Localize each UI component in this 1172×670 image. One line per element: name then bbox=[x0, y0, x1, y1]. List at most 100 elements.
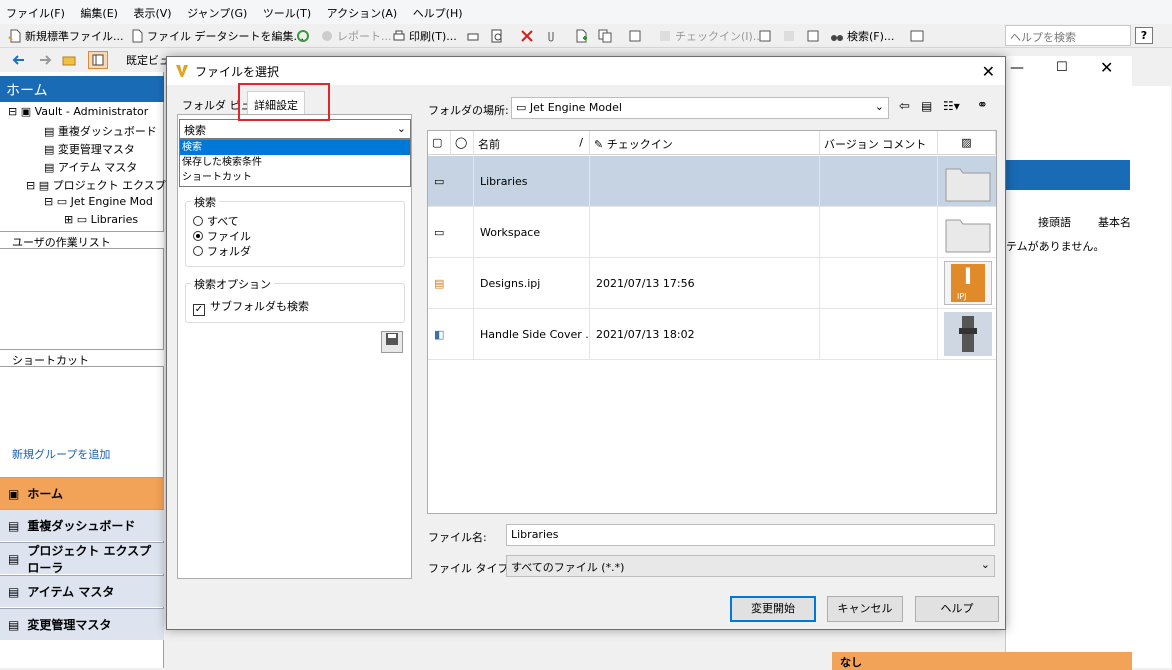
dropdown-option-search[interactable]: 検索 bbox=[180, 140, 410, 155]
start-change-button[interactable]: 変更開始 bbox=[730, 596, 816, 622]
menu-actions[interactable]: アクション(A) bbox=[321, 0, 404, 26]
file-row-workspace[interactable]: ▭ Workspace bbox=[428, 207, 996, 258]
attach-button[interactable] bbox=[544, 27, 558, 45]
menu-file[interactable]: ファイル(F) bbox=[0, 0, 71, 26]
dialog-close-icon[interactable]: ✕ bbox=[982, 62, 995, 81]
search-type-combo[interactable]: 検索 ⌄ bbox=[179, 119, 411, 139]
delete-button[interactable] bbox=[520, 27, 534, 45]
filetype-value: すべてのファイル (*.*) bbox=[511, 561, 625, 574]
file-list-header: ▢ ◯ 名前 / ✎ チェックイン バージョン コメント ▨ bbox=[428, 131, 996, 155]
nav-label: アイテム マスタ bbox=[27, 585, 115, 599]
filetype-select[interactable]: すべてのファイル (*.*) ⌄ bbox=[506, 555, 995, 577]
radio-label: フォルダ bbox=[207, 245, 251, 258]
radio-file[interactable]: ファイル bbox=[193, 228, 251, 244]
cancel-button[interactable]: キャンセル bbox=[827, 596, 903, 622]
report-button[interactable]: レポート... bbox=[320, 27, 392, 45]
file-name: Handle Side Cover ... bbox=[474, 309, 590, 360]
checkbox-checked-icon: ✓ bbox=[193, 304, 205, 316]
menu-edit[interactable]: 編集(E) bbox=[74, 0, 124, 26]
file-row-designs-ipj[interactable]: ▤ Designs.ipj 2021/07/13 17:56 I IPJ bbox=[428, 258, 996, 309]
edit-datasheet-button[interactable]: ファイル データシートを編集... bbox=[130, 27, 304, 45]
nav-duplicate-dashboard[interactable]: ▤ 重複ダッシュボード bbox=[0, 509, 164, 541]
print-button[interactable]: 印刷(T)... bbox=[392, 27, 457, 45]
tree-node-libraries[interactable]: ⊞ ▭ Libraries bbox=[64, 213, 138, 226]
back-arrow-icon[interactable]: ⇦ bbox=[899, 99, 910, 114]
thumbnail-column-icon[interactable]: ▨ bbox=[938, 131, 996, 155]
file-row-handle-side-cover[interactable]: ◧ Handle Side Cover ... 2021/07/13 18:02 bbox=[428, 309, 996, 360]
print-preview-button[interactable] bbox=[490, 27, 504, 45]
status-column-icon[interactable]: ◯ bbox=[451, 131, 474, 155]
maximize-icon[interactable]: ☐ bbox=[1056, 60, 1068, 75]
nav-item-master[interactable]: ▤ アイテム マスタ bbox=[0, 575, 164, 607]
menu-view[interactable]: 表示(V) bbox=[127, 0, 177, 26]
radio-icon bbox=[193, 216, 203, 226]
copy-design-button[interactable] bbox=[598, 27, 612, 45]
basic-name-column: 基本名 bbox=[1098, 216, 1131, 229]
search-button[interactable]: 検索(F)... bbox=[830, 27, 894, 45]
help-button[interactable]: ヘルプ bbox=[915, 596, 999, 622]
pane-toggle-button[interactable] bbox=[88, 51, 108, 69]
file-row-libraries[interactable]: ▭ Libraries bbox=[428, 156, 996, 207]
add-file-button[interactable] bbox=[574, 27, 588, 45]
refresh-button[interactable] bbox=[296, 27, 310, 45]
tree-node-duplicate-dashboard[interactable]: ▤ 重複ダッシュボード bbox=[44, 123, 157, 139]
help-question-button[interactable]: ? bbox=[1135, 27, 1153, 44]
filename-input[interactable]: Libraries bbox=[506, 524, 995, 546]
up-folder-button[interactable] bbox=[62, 51, 76, 69]
worklist-header: ユーザの作業リスト bbox=[0, 231, 164, 249]
radio-all[interactable]: すべて bbox=[193, 213, 239, 229]
tree-node-vault[interactable]: ⊟ ▣ Vault - Administrator bbox=[8, 105, 148, 118]
version-comment-column-header[interactable]: バージョン コメント bbox=[820, 131, 938, 155]
tree-label: Libraries bbox=[90, 213, 139, 226]
new-standard-file-button[interactable]: 新規標準ファイル... bbox=[8, 27, 124, 45]
forward-button[interactable] bbox=[38, 51, 52, 69]
dropdown-option-saved-search[interactable]: 保存した検索条件 bbox=[180, 155, 410, 170]
name-column-header[interactable]: 名前 / bbox=[474, 131, 590, 155]
minimize-icon[interactable]: — bbox=[1010, 60, 1024, 76]
add-group-link[interactable]: 新規グループを追加 bbox=[12, 446, 110, 462]
subfolder-checkbox[interactable]: ✓ サブフォルダも検索 bbox=[193, 298, 309, 316]
checkout-button[interactable] bbox=[758, 27, 772, 45]
file-type-column-icon[interactable]: ▢ bbox=[428, 131, 451, 155]
back-button[interactable] bbox=[12, 51, 26, 69]
shortcut-header: ショートカット bbox=[0, 349, 164, 367]
close-icon[interactable]: ✕ bbox=[1100, 58, 1113, 77]
file-version-comment bbox=[820, 258, 938, 309]
nav-home[interactable]: ▣ ホーム bbox=[0, 477, 164, 509]
binoculars-icon[interactable]: ⚭ bbox=[977, 98, 988, 113]
preview-icon bbox=[491, 29, 502, 43]
radio-icon bbox=[193, 231, 203, 241]
menu-tools[interactable]: ツール(T) bbox=[257, 0, 317, 26]
nav-project-explorer[interactable]: ▤ プロジェクト エクスプローラ bbox=[0, 542, 164, 575]
layout-button[interactable] bbox=[910, 27, 924, 45]
help-search-input[interactable]: ヘルプを検索 bbox=[1005, 25, 1131, 46]
location-combo[interactable]: ▭ Jet Engine Model ⌄ bbox=[511, 97, 889, 119]
default-view-selector[interactable]: 既定ビュ bbox=[126, 51, 170, 69]
tree-node-project-explorer[interactable]: ⊟ ▤ プロジェクト エクスプロ bbox=[26, 177, 177, 193]
dropdown-option-shortcut[interactable]: ショートカット bbox=[180, 170, 410, 185]
checkin-button[interactable]: チェックイン(I)... bbox=[658, 27, 763, 45]
new-file-icon bbox=[8, 29, 21, 43]
refresh-icon bbox=[297, 30, 309, 42]
view-menu-icon[interactable]: ☷▾ bbox=[943, 99, 960, 113]
sort-icon: / bbox=[579, 136, 583, 149]
nav-change-master[interactable]: ▤ 変更管理マスタ bbox=[0, 608, 164, 640]
new-folder-icon[interactable]: ▤ bbox=[921, 99, 932, 113]
tree-node-jet-engine[interactable]: ⊟ ▭ Jet Engine Mod bbox=[44, 195, 153, 208]
save-search-button[interactable] bbox=[381, 331, 403, 353]
tree-node-change-master[interactable]: ▤ 変更管理マスタ bbox=[44, 141, 135, 157]
location-label: フォルダの場所: bbox=[428, 104, 509, 117]
move-button[interactable] bbox=[628, 27, 642, 45]
nav-label: 重複ダッシュボード bbox=[27, 519, 136, 533]
menu-help[interactable]: ヘルプ(H) bbox=[407, 0, 469, 26]
delete-x-icon bbox=[521, 30, 533, 42]
menu-jump[interactable]: ジャンプ(G) bbox=[181, 0, 253, 26]
print-setup-button[interactable] bbox=[466, 27, 480, 45]
tree-node-item-master[interactable]: ▤ アイテム マスタ bbox=[44, 159, 137, 175]
get-revision-button[interactable] bbox=[806, 27, 820, 45]
radio-folder[interactable]: フォルダ bbox=[193, 243, 251, 259]
folder-icon: ▭ bbox=[428, 156, 474, 207]
undo-checkout-button[interactable] bbox=[782, 27, 796, 45]
back-arrow-icon bbox=[12, 55, 24, 65]
checkin-column-header[interactable]: ✎ チェックイン bbox=[590, 131, 820, 155]
